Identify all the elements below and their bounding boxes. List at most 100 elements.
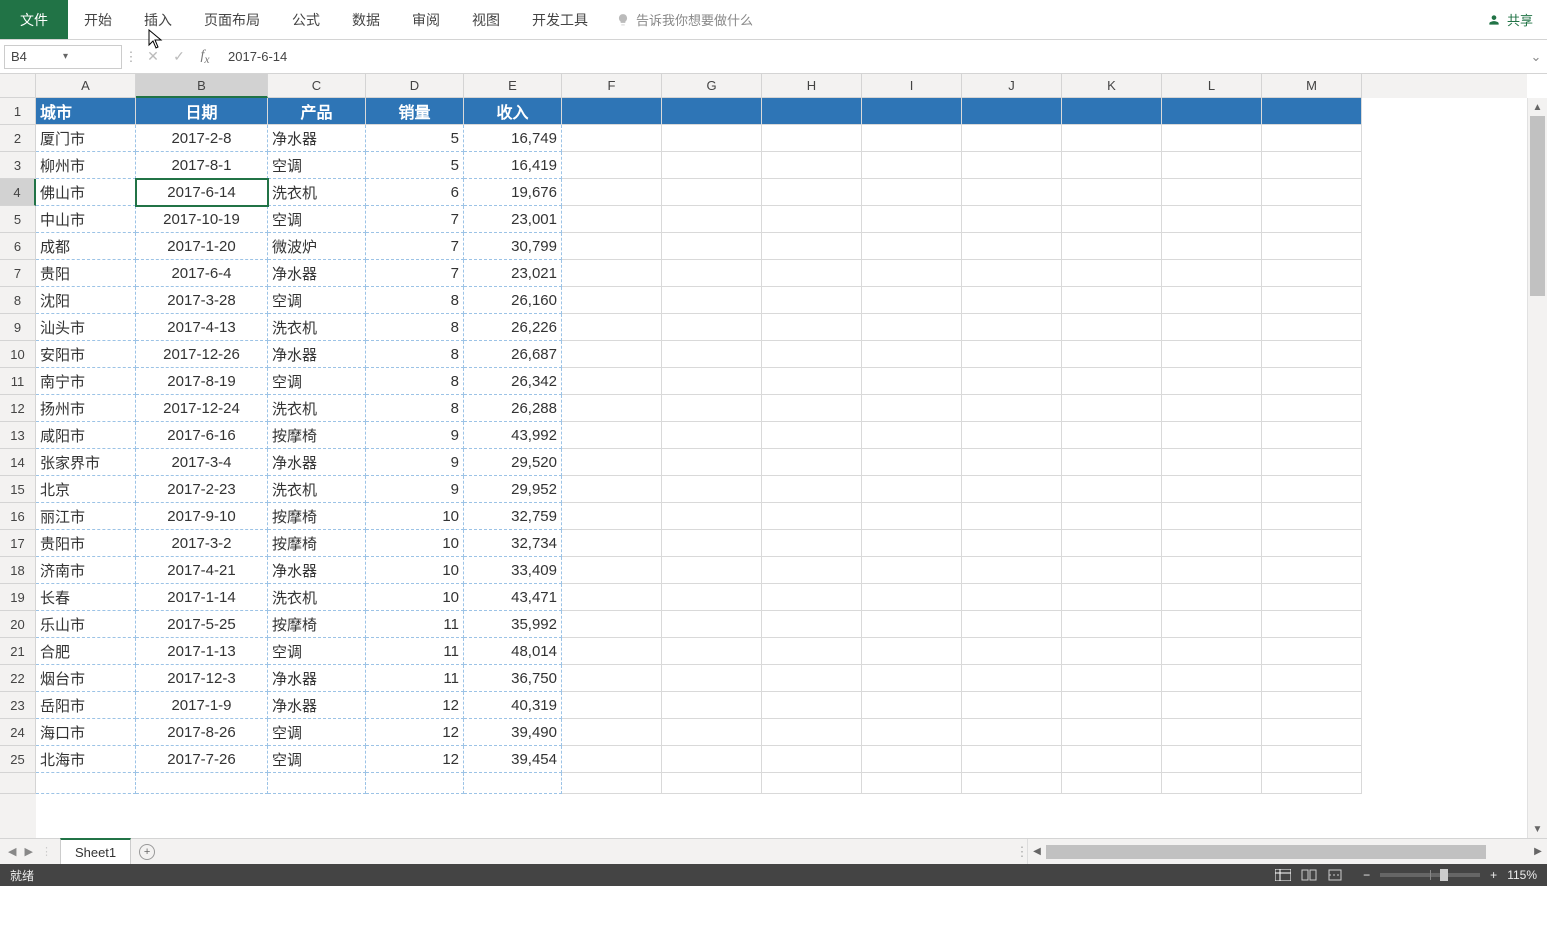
cell-L11[interactable] <box>1162 368 1262 395</box>
cell-C21[interactable]: 空调 <box>268 638 366 665</box>
cell-I3[interactable] <box>862 152 962 179</box>
new-sheet-button[interactable]: + <box>131 839 163 864</box>
cell-B25[interactable]: 2017-7-26 <box>136 746 268 773</box>
cell-A2[interactable]: 厦门市 <box>36 125 136 152</box>
cell-M25[interactable] <box>1262 746 1362 773</box>
cell-C17[interactable]: 按摩椅 <box>268 530 366 557</box>
cell-L16[interactable] <box>1162 503 1262 530</box>
cell-C1[interactable]: 产品 <box>268 98 366 125</box>
cell-F-next[interactable] <box>562 773 662 794</box>
cell-K13[interactable] <box>1062 422 1162 449</box>
cell-H22[interactable] <box>762 665 862 692</box>
cell-L5[interactable] <box>1162 206 1262 233</box>
cell-J18[interactable] <box>962 557 1062 584</box>
cell-C5[interactable]: 空调 <box>268 206 366 233</box>
row-header-10[interactable]: 10 <box>0 341 36 368</box>
horizontal-scrollbar[interactable]: ◀ ▶ <box>1027 839 1547 864</box>
page-break-view-button[interactable] <box>1323 866 1347 884</box>
cell-I14[interactable] <box>862 449 962 476</box>
name-box[interactable]: B4 ▾ <box>4 45 122 69</box>
column-header-I[interactable]: I <box>862 74 962 98</box>
cell-D18[interactable]: 10 <box>366 557 464 584</box>
cell-D11[interactable]: 8 <box>366 368 464 395</box>
cell-D-next[interactable] <box>366 773 464 794</box>
row-header-25[interactable]: 25 <box>0 746 36 773</box>
cell-A5[interactable]: 中山市 <box>36 206 136 233</box>
column-header-L[interactable]: L <box>1162 74 1262 98</box>
column-header-K[interactable]: K <box>1062 74 1162 98</box>
cell-M-next[interactable] <box>1262 773 1362 794</box>
cell-B7[interactable]: 2017-6-4 <box>136 260 268 287</box>
cell-A21[interactable]: 合肥 <box>36 638 136 665</box>
row-header-4[interactable]: 4 <box>0 179 36 206</box>
cell-A18[interactable]: 济南市 <box>36 557 136 584</box>
cell-G1[interactable] <box>662 98 762 125</box>
cell-M5[interactable] <box>1262 206 1362 233</box>
cell-H1[interactable] <box>762 98 862 125</box>
cell-H25[interactable] <box>762 746 862 773</box>
cell-E7[interactable]: 23,021 <box>464 260 562 287</box>
zoom-value[interactable]: 115% <box>1507 868 1537 882</box>
cell-C10[interactable]: 净水器 <box>268 341 366 368</box>
cell-B18[interactable]: 2017-4-21 <box>136 557 268 584</box>
cell-B17[interactable]: 2017-3-2 <box>136 530 268 557</box>
cell-K21[interactable] <box>1062 638 1162 665</box>
cell-K24[interactable] <box>1062 719 1162 746</box>
row-header-21[interactable]: 21 <box>0 638 36 665</box>
cell-G4[interactable] <box>662 179 762 206</box>
cell-J13[interactable] <box>962 422 1062 449</box>
scroll-h-track[interactable] <box>1046 845 1529 859</box>
cell-E25[interactable]: 39,454 <box>464 746 562 773</box>
cell-A9[interactable]: 汕头市 <box>36 314 136 341</box>
cell-C8[interactable]: 空调 <box>268 287 366 314</box>
cell-E13[interactable]: 43,992 <box>464 422 562 449</box>
cell-H18[interactable] <box>762 557 862 584</box>
cell-E4[interactable]: 19,676 <box>464 179 562 206</box>
cell-L7[interactable] <box>1162 260 1262 287</box>
cell-F5[interactable] <box>562 206 662 233</box>
cell-B4[interactable]: 2017-6-14 <box>136 179 268 206</box>
row-header-7[interactable]: 7 <box>0 260 36 287</box>
cell-C22[interactable]: 净水器 <box>268 665 366 692</box>
cell-D15[interactable]: 9 <box>366 476 464 503</box>
cell-L23[interactable] <box>1162 692 1262 719</box>
cell-I22[interactable] <box>862 665 962 692</box>
cell-G15[interactable] <box>662 476 762 503</box>
cell-I4[interactable] <box>862 179 962 206</box>
cell-B20[interactable]: 2017-5-25 <box>136 611 268 638</box>
column-header-J[interactable]: J <box>962 74 1062 98</box>
row-header-6[interactable]: 6 <box>0 233 36 260</box>
column-header-M[interactable]: M <box>1262 74 1362 98</box>
zoom-in-button[interactable]: + <box>1486 868 1501 882</box>
cell-K25[interactable] <box>1062 746 1162 773</box>
cell-I10[interactable] <box>862 341 962 368</box>
cell-J25[interactable] <box>962 746 1062 773</box>
cell-L24[interactable] <box>1162 719 1262 746</box>
scroll-left-button[interactable]: ◀ <box>1028 846 1046 857</box>
cell-I2[interactable] <box>862 125 962 152</box>
cell-C3[interactable]: 空调 <box>268 152 366 179</box>
cell-E12[interactable]: 26,288 <box>464 395 562 422</box>
ribbon-tab-insert[interactable]: 插入 <box>128 0 188 39</box>
cell-C15[interactable]: 洗衣机 <box>268 476 366 503</box>
cell-B16[interactable]: 2017-9-10 <box>136 503 268 530</box>
cell-G12[interactable] <box>662 395 762 422</box>
cell-L6[interactable] <box>1162 233 1262 260</box>
cell-L12[interactable] <box>1162 395 1262 422</box>
cell-C12[interactable]: 洗衣机 <box>268 395 366 422</box>
cell-M22[interactable] <box>1262 665 1362 692</box>
cell-I19[interactable] <box>862 584 962 611</box>
cell-E11[interactable]: 26,342 <box>464 368 562 395</box>
cell-J10[interactable] <box>962 341 1062 368</box>
cell-K4[interactable] <box>1062 179 1162 206</box>
cell-E19[interactable]: 43,471 <box>464 584 562 611</box>
cell-F15[interactable] <box>562 476 662 503</box>
cell-E22[interactable]: 36,750 <box>464 665 562 692</box>
cell-G18[interactable] <box>662 557 762 584</box>
cell-C2[interactable]: 净水器 <box>268 125 366 152</box>
cell-I7[interactable] <box>862 260 962 287</box>
cell-H8[interactable] <box>762 287 862 314</box>
cell-B15[interactable]: 2017-2-23 <box>136 476 268 503</box>
cell-L20[interactable] <box>1162 611 1262 638</box>
formula-bar[interactable]: 2017-6-14 <box>218 49 1525 64</box>
